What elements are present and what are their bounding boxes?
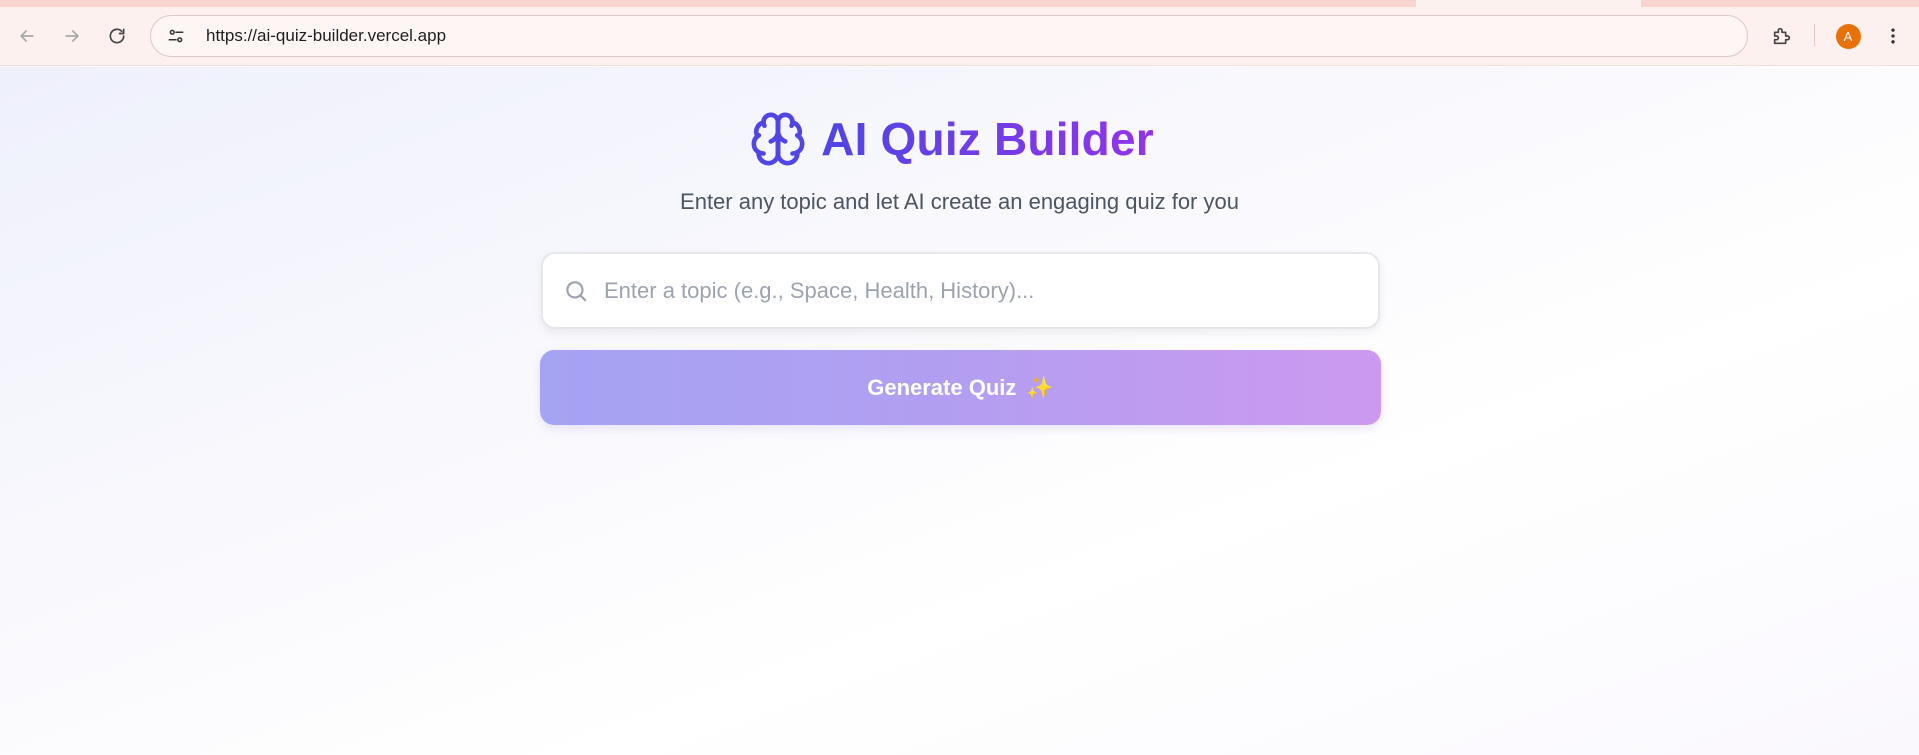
site-info-button[interactable] (160, 20, 192, 52)
reload-button[interactable] (99, 18, 135, 54)
arrow-left-icon (20, 30, 34, 42)
page-subtitle: Enter any topic and let AI create an eng… (680, 189, 1239, 214)
kebab-menu-icon (1891, 28, 1895, 44)
search-icon (566, 280, 587, 301)
page-content: AI Quiz Builder Enter any topic and let … (0, 67, 1919, 755)
avatar: A (1835, 23, 1861, 49)
active-tab[interactable] (1416, 0, 1641, 7)
arrow-right-icon (65, 30, 79, 42)
back-button[interactable] (9, 18, 45, 54)
tab-strip (0, 0, 1919, 7)
profile-button[interactable]: A (1830, 18, 1866, 54)
toolbar-divider (1814, 24, 1815, 46)
tune-icon (168, 29, 184, 43)
address-bar[interactable]: https://ai-quiz-builder.vercel.app (150, 15, 1748, 57)
generate-quiz-label: Generate Quiz (867, 374, 1017, 400)
browser-menu-button[interactable] (1875, 18, 1911, 54)
extensions-button[interactable] (1764, 18, 1800, 54)
topic-search-box[interactable] (541, 252, 1380, 329)
header: AI Quiz Builder (0, 105, 1919, 173)
brain-icon (751, 112, 805, 166)
puzzle-icon (1773, 27, 1791, 45)
forward-button[interactable] (54, 18, 90, 54)
url-text[interactable]: https://ai-quiz-builder.vercel.app (206, 26, 446, 46)
browser-toolbar: https://ai-quiz-builder.vercel.app A (0, 0, 1919, 66)
generate-quiz-button[interactable]: Generate Quiz ✨ (540, 350, 1381, 425)
page-title: AI Quiz Builder (821, 113, 1154, 165)
sparkle-icon: ✨ (1026, 374, 1054, 400)
topic-input[interactable] (604, 270, 1378, 311)
reload-icon (109, 28, 125, 44)
